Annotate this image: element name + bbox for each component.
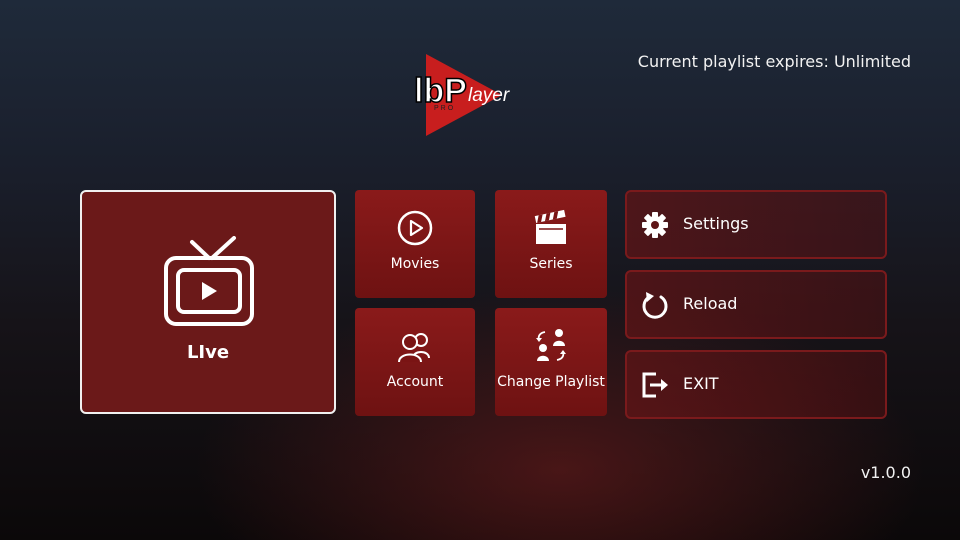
series-label: Series <box>529 256 573 272</box>
movies-label: Movies <box>390 256 440 272</box>
settings-label: Settings <box>683 214 749 233</box>
app-logo: lbP layer PRO <box>412 50 538 140</box>
series-tile[interactable]: Series <box>495 190 607 298</box>
change-playlist-label: Change Playlist <box>497 374 605 390</box>
exit-label: EXIT <box>683 374 719 393</box>
tv-icon <box>162 236 256 330</box>
account-label: Account <box>386 374 444 390</box>
users-icon <box>355 326 475 368</box>
account-tile[interactable]: Account <box>355 308 475 416</box>
gear-icon <box>640 210 670 240</box>
svg-text:PRO: PRO <box>434 105 455 112</box>
movies-tile[interactable]: Movies <box>355 190 475 298</box>
reload-label: Reload <box>683 294 738 313</box>
play-circle-icon <box>355 208 475 250</box>
reload-button[interactable]: Reload <box>625 270 887 339</box>
switch-users-icon <box>495 326 607 368</box>
live-label: LIve <box>186 342 230 363</box>
settings-button[interactable]: Settings <box>625 190 887 259</box>
exit-button[interactable]: EXIT <box>625 350 887 419</box>
svg-text:layer: layer <box>468 85 510 106</box>
playlist-expiry-text: Current playlist expires: Unlimited <box>637 52 911 71</box>
exit-icon <box>640 370 670 400</box>
change-playlist-tile[interactable]: Change Playlist <box>495 308 607 416</box>
clapperboard-icon <box>495 208 607 250</box>
app-version: v1.0.0 <box>860 463 911 482</box>
reload-icon <box>640 290 670 320</box>
live-tile[interactable]: LIve <box>80 190 336 414</box>
